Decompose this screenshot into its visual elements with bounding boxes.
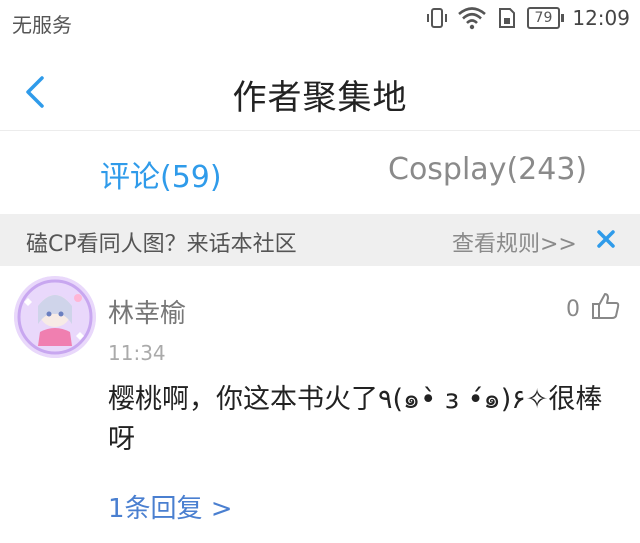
avatar-image <box>14 276 96 358</box>
view-rules-link[interactable]: 查看规则>> <box>452 226 577 258</box>
banner-text: 磕CP看同人图？来话本社区 <box>26 232 297 257</box>
status-bar: 无服务 79 12:09 <box>0 0 640 44</box>
comment-username[interactable]: 林幸榆 <box>108 293 186 330</box>
like-count: 0 <box>566 297 580 322</box>
thumbs-up-icon[interactable] <box>590 290 622 322</box>
vibrate-icon <box>426 8 447 28</box>
battery-indicator: 79 <box>526 7 565 29</box>
clock: 12:09 <box>572 6 630 30</box>
comment-time: 11:34 <box>108 341 166 365</box>
status-icons: 79 12:09 <box>425 6 630 30</box>
tab-cosplay[interactable]: Cosplay(243) <box>388 152 587 187</box>
battery-level: 79 <box>526 7 561 29</box>
carrier-label: 无服务 <box>12 13 72 37</box>
close-icon[interactable] <box>592 222 620 254</box>
sim-icon <box>498 8 515 28</box>
battery-tip <box>561 14 565 22</box>
wifi-icon <box>457 7 486 30</box>
page-title: 作者聚集地 <box>232 78 408 118</box>
tab-comments[interactable]: 评论(59) <box>100 152 222 196</box>
nav-header: 作者聚集地 <box>0 52 640 131</box>
promo-banner: 磕CP看同人图？来话本社区 查看规则>> <box>0 214 640 266</box>
view-replies-link[interactable]: 1条回复 > <box>108 488 233 525</box>
comment-text: 樱桃啊，你这本书火了٩(๑•̀ з •́๑)۶✧很棒呀 <box>108 384 603 455</box>
avatar[interactable] <box>14 276 96 358</box>
